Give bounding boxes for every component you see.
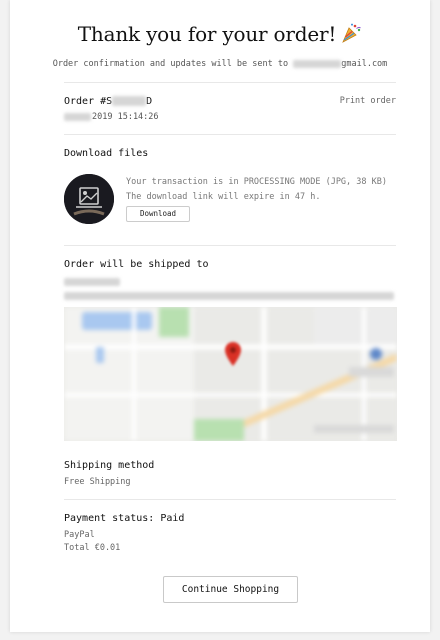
- redacted-email: [293, 59, 342, 68]
- download-button[interactable]: Download: [126, 206, 190, 222]
- divider: [64, 499, 396, 500]
- redacted-recipient-name: [64, 278, 120, 286]
- email-note-suffix: gmail.com: [341, 59, 388, 69]
- order-date: 2019 15:14:26: [64, 112, 159, 122]
- redacted-order-id: [112, 96, 147, 106]
- order-total: Total €0.01: [64, 543, 121, 553]
- page-title-text: Thank you for your order!: [77, 22, 337, 46]
- page-title: Thank you for your order!: [10, 22, 430, 49]
- continue-shopping-button[interactable]: Continue Shopping: [163, 576, 298, 603]
- redacted-date: [64, 112, 91, 121]
- party-popper-icon: [340, 22, 362, 49]
- order-confirmation-card: Thank you for your order! Order confirma…: [10, 0, 430, 632]
- order-number-prefix: Order #S: [64, 96, 113, 107]
- download-status: Your transaction is in PROCESSING MODE (…: [126, 175, 387, 205]
- divider: [64, 82, 396, 83]
- image-thumbnail-icon: [64, 174, 114, 224]
- shipping-map[interactable]: [64, 307, 397, 441]
- payment-status-heading: Payment status: Paid: [64, 513, 185, 524]
- payment-method: PayPal: [64, 530, 95, 540]
- confirmation-email-note: Order confirmation and updates will be s…: [10, 59, 430, 69]
- order-number: Order #S D: [64, 96, 152, 107]
- order-number-suffix: D: [146, 96, 153, 107]
- shipping-method-heading: Shipping method: [64, 460, 155, 471]
- shipping-method-value: Free Shipping: [64, 477, 131, 487]
- map-pin-icon: [225, 342, 241, 366]
- email-note-prefix: Order confirmation and updates will be s…: [52, 59, 294, 69]
- print-order-link[interactable]: Print order: [340, 96, 396, 106]
- link-expiry-text: The download link will expire in 47 h.: [126, 192, 321, 202]
- download-files-heading: Download files: [64, 148, 149, 159]
- processing-mode-text: Your transaction is in PROCESSING MODE (…: [126, 177, 387, 187]
- shipping-address-heading: Order will be shipped to: [64, 259, 209, 270]
- redacted-shipping-address: [64, 292, 394, 300]
- order-datetime-text: 2019 15:14:26: [92, 112, 159, 122]
- divider: [64, 245, 396, 246]
- divider: [64, 134, 396, 135]
